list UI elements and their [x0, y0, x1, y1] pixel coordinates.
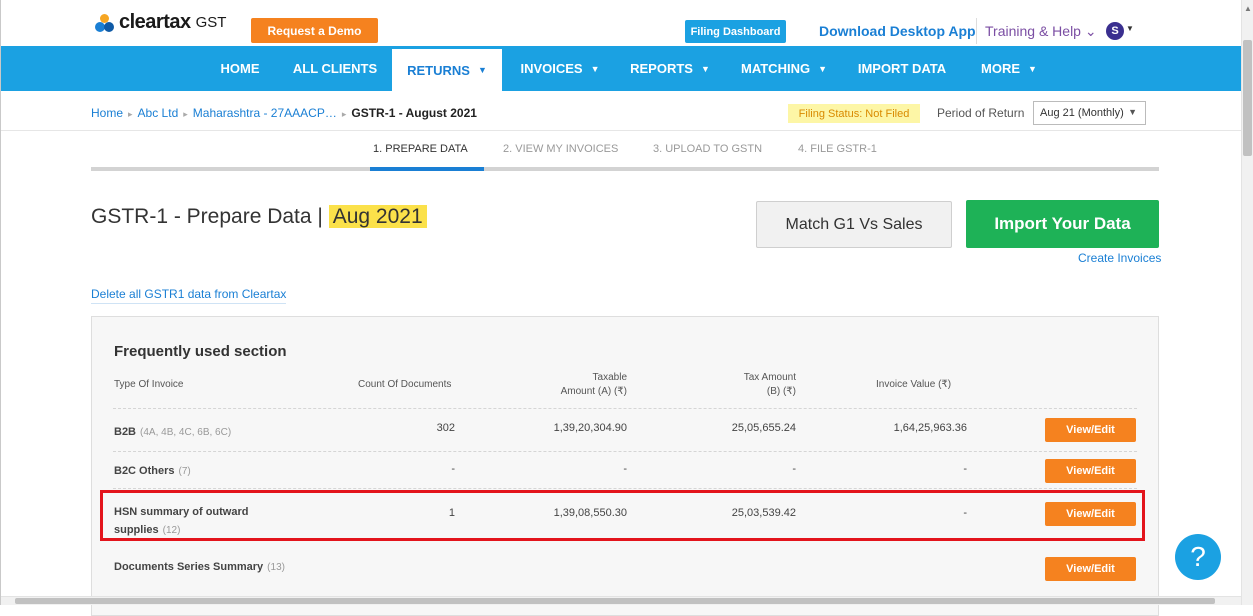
nav-matching[interactable]: MATCHING ▼ — [725, 46, 843, 91]
nav-invoices[interactable]: INVOICES ▼ — [505, 46, 615, 91]
breadcrumb-current: GSTR-1 - August 2021 — [351, 106, 477, 120]
steps-progress-track — [91, 167, 1159, 171]
caret-down-icon[interactable]: ▼ — [1126, 24, 1134, 33]
divider — [1, 130, 1241, 131]
nav-all-clients[interactable]: ALL CLIENTS — [279, 46, 391, 91]
cleartax-logo[interactable]: cleartax GST — [95, 11, 226, 34]
nav-home[interactable]: HOME — [201, 46, 279, 91]
import-your-data-button[interactable]: Import Your Data — [966, 200, 1159, 248]
chevron-right-icon: ▸ — [341, 109, 347, 119]
header-tax-line2: (B) (₹) — [766, 386, 796, 397]
filing-status-badge: Filing Status: Not Filed — [788, 104, 920, 123]
nav-import-data-label: IMPORT DATA — [857, 61, 947, 76]
header-taxable-line1: Taxable — [592, 372, 627, 383]
breadcrumb-home[interactable]: Home — [91, 106, 123, 120]
match-g1-vs-sales-button[interactable]: Match G1 Vs Sales — [756, 201, 952, 248]
training-help-menu[interactable]: Training & Help ⌄ — [985, 23, 1097, 40]
nav-reports[interactable]: REPORTS ▼ — [615, 46, 725, 91]
nav-import-data[interactable]: IMPORT DATA — [843, 46, 961, 91]
page-title-text: GSTR-1 - Prepare Data | — [91, 205, 323, 228]
view-edit-button[interactable]: View/Edit — [1045, 418, 1136, 442]
row-docs-sub: (13) — [267, 562, 285, 573]
caret-down-icon: ▼ — [700, 63, 710, 74]
avatar[interactable]: S — [1106, 22, 1124, 40]
caret-down-icon: ▼ — [1128, 107, 1137, 117]
main-nav: HOME ALL CLIENTS RETURNS ▼ INVOICES ▼ REPO… — [1, 46, 1241, 91]
row-b2c-sub: (7) — [178, 466, 191, 477]
row-b2b-value: 1,64,25,963.36 — [893, 422, 967, 434]
highlight-annotation — [100, 490, 1145, 541]
row-b2b-type: B2B (4A, 4B, 4C, 6B, 6C) — [114, 423, 231, 442]
create-invoices-link[interactable]: Create Invoices — [1078, 251, 1161, 265]
nav-matching-label: MATCHING — [740, 61, 811, 76]
header-count: Count Of Documents — [358, 379, 452, 390]
row-b2c-value: - — [963, 463, 967, 475]
filing-dashboard-button[interactable]: Filing Dashboard — [685, 20, 786, 43]
nav-all-clients-label: ALL CLIENTS — [292, 61, 378, 76]
row-docs-type: Documents Series Summary (13) — [114, 558, 285, 577]
row-b2c-label: B2C Others — [114, 465, 175, 477]
divider — [113, 408, 1137, 409]
brand-name: cleartax — [119, 11, 191, 33]
row-b2c-count: - — [451, 463, 455, 475]
nav-more[interactable]: MORE ▼ — [963, 46, 1055, 91]
top-bar: cleartax GST Request a Demo Filing Dashb… — [1, 0, 1241, 46]
step-view-invoices[interactable]: 2. VIEW MY INVOICES — [503, 143, 618, 155]
nav-invoices-label: INVOICES — [520, 61, 583, 76]
nav-returns-label: RETURNS — [407, 62, 470, 78]
header-type: Type Of Invoice — [114, 379, 184, 390]
divider — [113, 451, 1137, 452]
nav-more-label: MORE — [981, 61, 1021, 76]
divider — [976, 18, 977, 44]
vertical-scrollbar-thumb[interactable] — [1243, 40, 1252, 156]
divider — [113, 488, 1137, 489]
section-title: Frequently used section — [114, 343, 287, 360]
step-file-gstr1[interactable]: 4. FILE GSTR-1 — [798, 143, 877, 155]
row-b2b-count: 302 — [436, 422, 455, 434]
scroll-up-icon[interactable]: ▲ — [1244, 4, 1252, 13]
nav-returns[interactable]: RETURNS ▼ — [392, 46, 502, 91]
app-window: cleartax GST Request a Demo Filing Dashb… — [0, 0, 1253, 616]
caret-down-icon: ▼ — [818, 63, 827, 74]
period-label: Period of Return — [937, 106, 1025, 120]
help-icon[interactable]: ? — [1175, 534, 1221, 580]
period-select[interactable]: Aug 21 (Monthly) ▼ — [1033, 101, 1146, 125]
page-title: GSTR-1 - Prepare Data | Aug 2021 — [91, 205, 427, 229]
cleartax-logo-icon — [95, 13, 115, 32]
delete-all-data-link[interactable]: Delete all GSTR1 data from Cleartax — [91, 287, 287, 304]
steps-progress-active — [370, 167, 484, 171]
period-value: Aug 21 (Monthly) — [1040, 107, 1124, 119]
step-prepare-data[interactable]: 1. PREPARE DATA — [373, 143, 468, 155]
nav-home-label: HOME — [220, 61, 260, 76]
row-b2b-tax: 25,05,655.24 — [731, 422, 796, 434]
header-tax-line1: Tax Amount — [743, 372, 796, 383]
breadcrumb-state[interactable]: Maharashtra - 27AAACP… — [193, 106, 337, 120]
row-b2c-tax: - — [792, 463, 796, 475]
horizontal-scrollbar-thumb[interactable] — [15, 598, 1215, 604]
breadcrumb: Home ▸ Abc Ltd ▸ Maharashtra - 27AAACP… ▸ GSTR… — [91, 106, 477, 120]
view-edit-button[interactable]: View/Edit — [1045, 459, 1136, 483]
row-b2c-taxable: - — [623, 463, 627, 475]
header-taxable-line2: Amount (A) (₹) — [560, 386, 627, 397]
brand-product: GST — [195, 14, 227, 31]
row-b2b-sub: (4A, 4B, 4C, 6B, 6C) — [140, 427, 232, 438]
caret-down-icon: ▼ — [1028, 63, 1037, 74]
chevron-right-icon: ▸ — [128, 109, 133, 119]
caret-down-icon: ▼ — [590, 63, 600, 74]
request-demo-button[interactable]: Request a Demo — [251, 18, 378, 43]
download-desktop-app-link[interactable]: Download Desktop App — [819, 23, 976, 39]
row-b2b-taxable: 1,39,20,304.90 — [553, 422, 627, 434]
page-title-period: Aug 2021 — [328, 205, 427, 228]
row-b2b-label: B2B — [114, 426, 137, 438]
row-b2c-type: B2C Others (7) — [114, 462, 191, 481]
nav-reports-label: REPORTS — [630, 61, 693, 76]
caret-down-icon: ▼ — [477, 65, 487, 75]
step-upload-gstn[interactable]: 3. UPLOAD TO GSTN — [653, 143, 762, 155]
header-invoice-value: Invoice Value (₹) — [876, 379, 952, 390]
breadcrumb-client[interactable]: Abc Ltd — [138, 106, 179, 120]
row-docs-label: Documents Series Summary — [114, 561, 264, 573]
chevron-right-icon: ▸ — [183, 109, 188, 119]
view-edit-button[interactable]: View/Edit — [1045, 557, 1136, 581]
